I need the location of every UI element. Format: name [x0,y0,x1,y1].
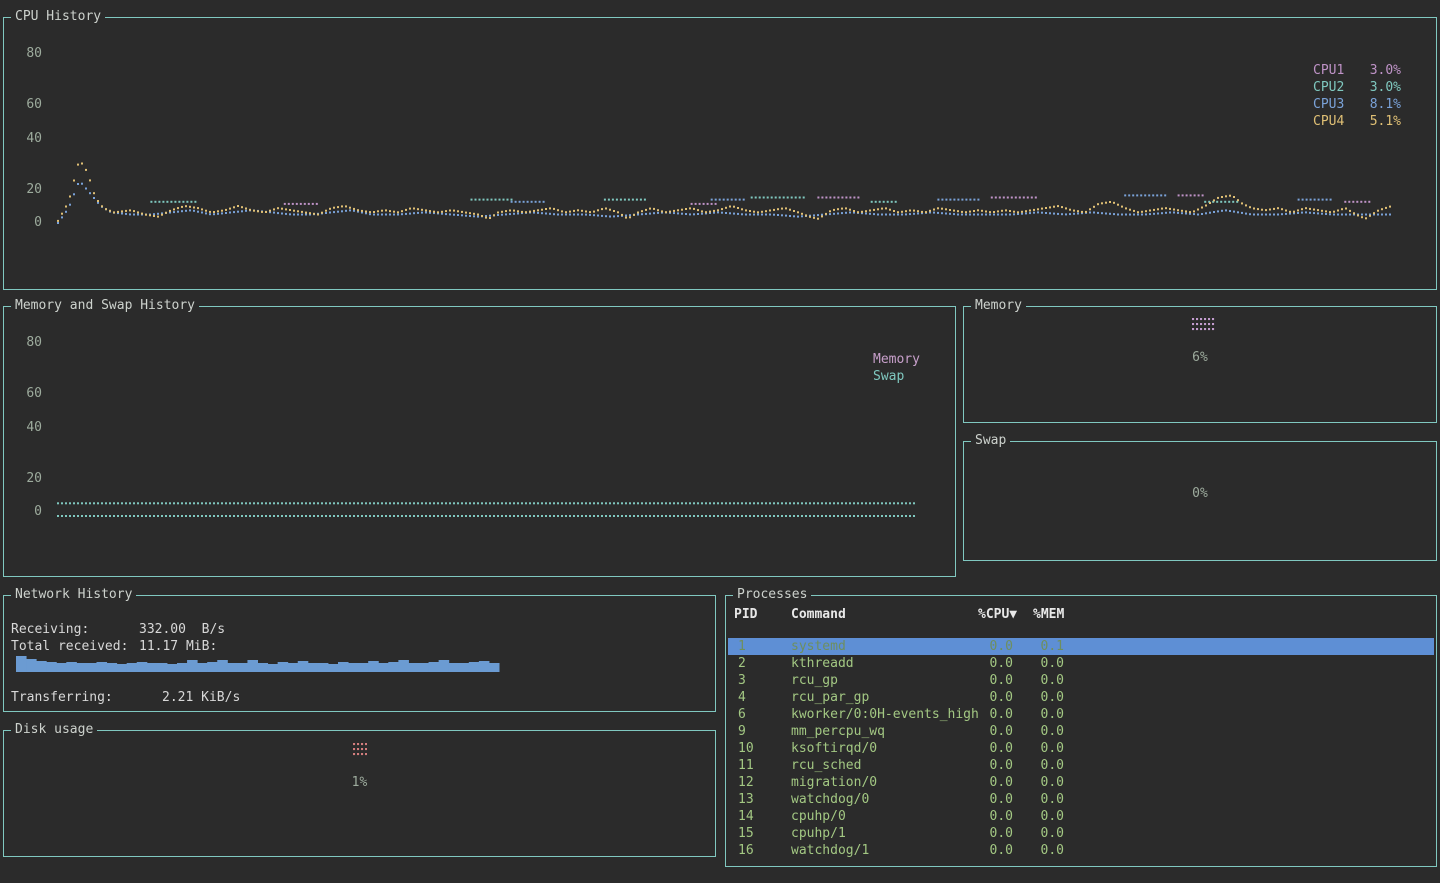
process-row[interactable]: 15cpuhp/10.00.0 [728,825,1434,842]
memswap-legend-memory: Memory [873,351,920,368]
process-command: migration/0 [791,774,877,791]
process-command: cpuhp/1 [791,825,846,842]
process-command: cpuhp/0 [791,808,846,825]
process-mem-percent: 0.0 [1004,655,1064,672]
process-mem-percent: 0.0 [1004,774,1064,791]
cpu-legend-value: 3.0% [1355,79,1401,96]
memswap-legend-swap: Swap [873,368,904,385]
swap-panel: Swap 0% [963,441,1437,561]
process-mem-percent: 0.0 [1004,740,1064,757]
process-row[interactable]: 10ksoftirqd/00.00.0 [728,740,1434,757]
process-row[interactable]: 2kthreadd0.00.0 [728,655,1434,672]
process-pid: 13 [738,791,754,808]
process-mem-percent: 0.0 [1004,757,1064,774]
processes-title: Processes [733,587,811,603]
processes-panel: Processes PIDCommand%CPU▼%MEM 1systemd0.… [725,595,1437,867]
process-mem-percent: 0.1 [1004,638,1064,655]
disk-gauge-dots [353,743,367,757]
processes-column-header-pid[interactable]: PID [734,606,757,623]
memory-panel: Memory 6% [963,306,1437,423]
cpu-legend-value: 5.1% [1355,113,1401,130]
process-command: rcu_par_gp [791,689,869,706]
memory-usage-value: 6% [964,349,1436,366]
process-row-selected[interactable]: 1systemd0.00.1 [728,638,1434,655]
process-pid: 16 [738,842,754,859]
process-mem-percent: 0.0 [1004,723,1064,740]
process-row[interactable]: 3rcu_gp0.00.0 [728,672,1434,689]
cpu-legend-value: 3.0% [1355,62,1401,79]
process-mem-percent: 0.0 [1004,842,1064,859]
process-mem-percent: 0.0 [1004,706,1064,723]
memory-gauge-dots [1192,318,1215,332]
memory-title: Memory [971,298,1026,314]
process-row[interactable]: 9mm_percpu_wq0.00.0 [728,723,1434,740]
process-pid: 10 [738,740,754,757]
processes-column-header-command[interactable]: Command [791,606,846,623]
process-command: systemd [791,638,846,655]
process-pid: 1 [738,638,746,655]
process-command: rcu_gp [791,672,838,689]
process-command: watchdog/1 [791,842,869,859]
process-mem-percent: 0.0 [1004,825,1064,842]
process-row[interactable]: 4rcu_par_gp0.00.0 [728,689,1434,706]
process-command: kworker/0:0H-events_high [791,706,979,723]
process-pid: 4 [738,689,746,706]
cpu-legend-name: CPU3 [1313,96,1344,113]
swap-usage-value: 0% [964,485,1436,502]
disk-usage-value: 1% [4,774,715,791]
cpu-legend-entry-cpu4: CPU4 5.1% [1313,113,1403,130]
process-pid: 11 [738,757,754,774]
processes-column-header-cpu[interactable]: %CPU▼ [978,606,1017,623]
process-pid: 15 [738,825,754,842]
cpu-legend-value: 8.1% [1355,96,1401,113]
process-row[interactable]: 14cpuhp/00.00.0 [728,808,1434,825]
cpu-legend-name: CPU4 [1313,113,1344,130]
process-mem-percent: 0.0 [1004,808,1064,825]
memory-swap-history-chart [4,307,955,576]
process-command: watchdog/0 [791,791,869,808]
network-history-chart [4,596,715,711]
process-pid: 2 [738,655,746,672]
process-mem-percent: 0.0 [1004,672,1064,689]
processes-column-header-mem[interactable]: %MEM [1033,606,1064,623]
processes-table: 1systemd0.00.12kthreadd0.00.03rcu_gp0.00… [728,638,1434,859]
cpu-legend-name: CPU2 [1313,79,1344,96]
cpu-legend-name: CPU1 [1313,62,1344,79]
cpu-legend-entry-cpu3: CPU3 8.1% [1313,96,1403,113]
process-command: ksoftirqd/0 [791,740,877,757]
process-row[interactable]: 13watchdog/00.00.0 [728,791,1434,808]
process-pid: 14 [738,808,754,825]
process-command: rcu_sched [791,757,861,774]
process-row[interactable]: 12migration/00.00.0 [728,774,1434,791]
process-pid: 12 [738,774,754,791]
process-row[interactable]: 11rcu_sched0.00.0 [728,757,1434,774]
process-pid: 6 [738,706,746,723]
cpu-history-chart [4,18,1436,289]
process-row[interactable]: 16watchdog/10.00.0 [728,842,1434,859]
disk-usage-panel: Disk usage 1% [3,730,716,857]
network-history-panel: Network History Receiving: 332.00 B/s To… [3,595,716,712]
swap-title: Swap [971,433,1010,449]
process-row[interactable]: 6kworker/0:0H-events_high0.00.0 [728,706,1434,723]
process-mem-percent: 0.0 [1004,689,1064,706]
process-pid: 3 [738,672,746,689]
cpu-legend-entry-cpu2: CPU2 3.0% [1313,79,1403,96]
process-pid: 9 [738,723,746,740]
process-mem-percent: 0.0 [1004,791,1064,808]
cpu-legend-entry-cpu1: CPU1 3.0% [1313,62,1403,79]
cpu-history-panel: CPU History 806040200CPU13.0%CPU23.0%CPU… [3,17,1437,290]
process-command: mm_percpu_wq [791,723,885,740]
memory-swap-history-panel: Memory and Swap History 806040200MemoryS… [3,306,956,577]
disk-usage-title: Disk usage [11,722,97,738]
process-command: kthreadd [791,655,854,672]
